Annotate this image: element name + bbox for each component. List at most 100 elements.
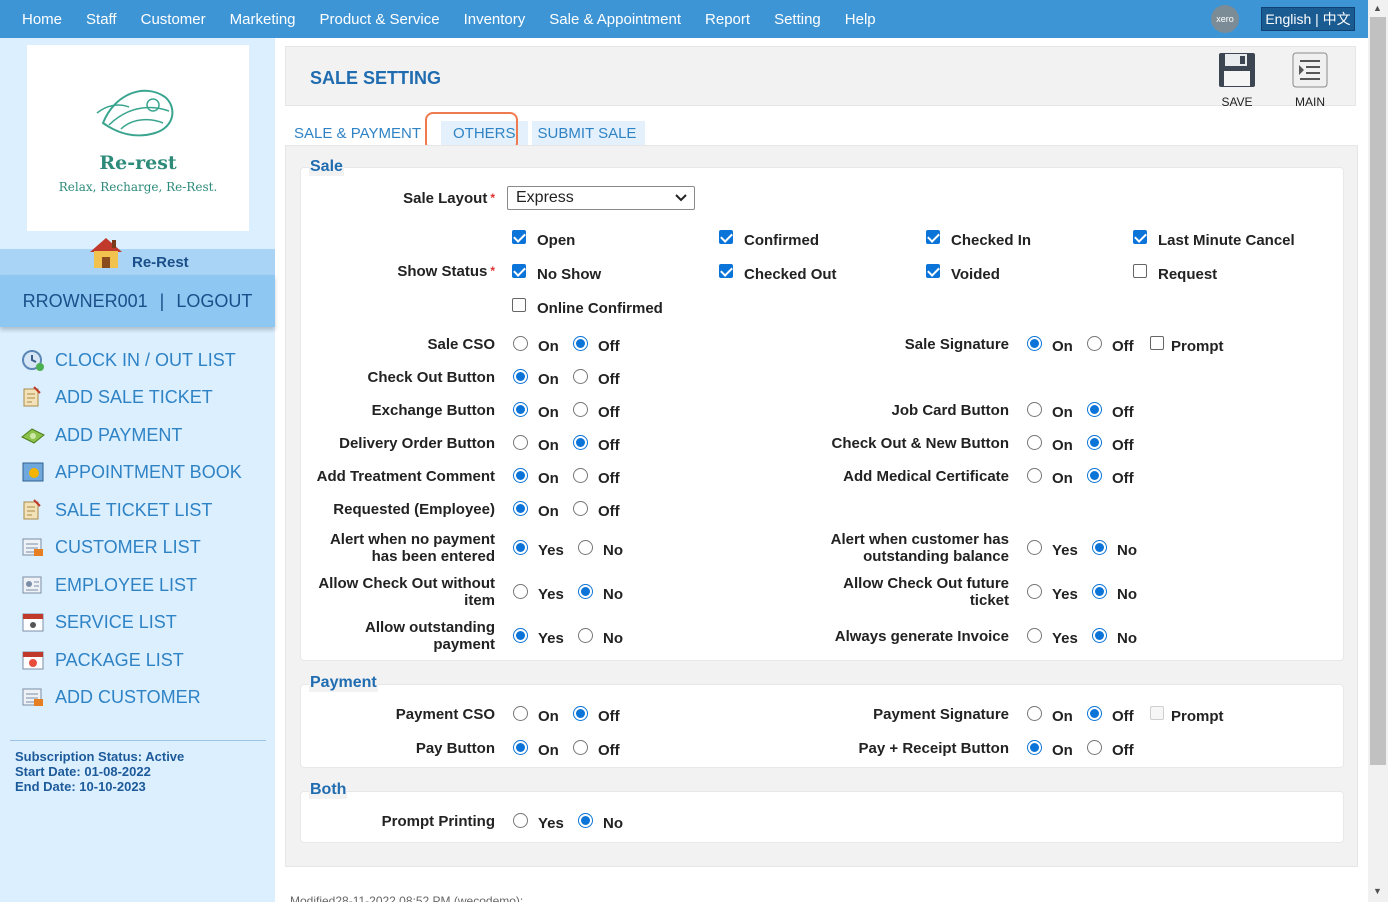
add-treatment-comment-off-radio[interactable] — [573, 468, 588, 483]
allow-outstanding-payment-yes-radio[interactable] — [513, 628, 528, 643]
always-generate-invoice-no-radio[interactable] — [1092, 628, 1107, 643]
allow-outstanding-payment-no-radio[interactable] — [578, 628, 593, 643]
add-medical-certificate-on-radio[interactable] — [1027, 468, 1042, 483]
sale-signature-off-radio[interactable] — [1087, 336, 1102, 351]
pay-receipt-button-off-radio[interactable] — [1087, 740, 1102, 755]
pay-receipt-button-on-radio[interactable] — [1027, 740, 1042, 755]
username: RROWNER001 — [22, 290, 148, 311]
prompt-printing-yes-radio[interactable] — [513, 813, 528, 828]
option-label: On — [538, 503, 559, 520]
exchange-button-on-radio[interactable] — [513, 402, 528, 417]
sale-signature-prompt-checkbox[interactable] — [1150, 336, 1164, 350]
nav-staff[interactable]: Staff — [86, 11, 117, 28]
exchange-button-off-radio[interactable] — [573, 402, 588, 417]
nav-inventory[interactable]: Inventory — [464, 11, 526, 28]
payment-signature-prompt-checkbox[interactable] — [1150, 706, 1164, 720]
allow-checkout-future-ticket-no-radio[interactable] — [1092, 584, 1107, 599]
nav-report[interactable]: Report — [705, 11, 750, 28]
alert-no-payment-no-radio[interactable] — [578, 540, 593, 555]
save-button[interactable]: SAVE — [1212, 52, 1262, 109]
tab-submit-sale[interactable]: SUBMIT SALE — [531, 121, 646, 145]
status-last-minute-cancel-checkbox[interactable] — [1133, 230, 1147, 244]
scrollbar-thumb[interactable] — [1370, 17, 1386, 765]
book-icon — [22, 462, 44, 482]
subscription-start-date: Start Date: 01-08-2022 — [15, 764, 151, 779]
job-card-button-on-radio[interactable] — [1027, 402, 1042, 417]
nav-product-service[interactable]: Product & Service — [320, 11, 440, 28]
xero-icon[interactable]: xero — [1211, 5, 1239, 33]
nav-home[interactable]: Home — [22, 11, 62, 28]
nav-sale-appointment[interactable]: Sale & Appointment — [549, 11, 681, 28]
requested-employee-on-radio[interactable] — [513, 501, 528, 516]
sidebar-item-add-customer[interactable]: ADD CUSTOMER — [20, 683, 201, 711]
requested-employee-label: Requested (Employee) — [333, 501, 495, 518]
payment-cso-off-radio[interactable] — [573, 706, 588, 721]
sidebar-item-service-list[interactable]: SERVICE LIST — [20, 608, 177, 636]
nav-customer[interactable]: Customer — [141, 11, 206, 28]
nav-help[interactable]: Help — [845, 11, 876, 28]
alert-no-payment-yes-radio[interactable] — [513, 540, 528, 555]
pay-button-off-radio[interactable] — [573, 740, 588, 755]
check-out-new-button-off-radio[interactable] — [1087, 435, 1102, 450]
logout-link[interactable]: LOGOUT — [176, 291, 252, 312]
allow-checkout-future-ticket-yes-radio[interactable] — [1027, 584, 1042, 599]
pay-button-on-radio[interactable] — [513, 740, 528, 755]
scroll-up-icon[interactable]: ▲ — [1373, 3, 1382, 13]
payment-signature-on-radio[interactable] — [1027, 706, 1042, 721]
sidebar-item-appointment-book[interactable]: APPOINTMENT BOOK — [20, 458, 242, 486]
alert-outstanding-balance-yes-radio[interactable] — [1027, 540, 1042, 555]
nav-setting[interactable]: Setting — [774, 11, 821, 28]
check-out-button-label: Check Out Button — [367, 369, 496, 386]
sale-cso-off-radio[interactable] — [573, 336, 588, 351]
status-online-confirmed-checkbox[interactable] — [512, 298, 526, 312]
status-checked-in-checkbox[interactable] — [926, 230, 940, 244]
sidebar-item-label: PACKAGE LIST — [55, 649, 184, 670]
option-label: Off — [598, 371, 620, 388]
language-switch[interactable]: English | 中文 — [1261, 7, 1355, 31]
sidebar-item-package-list[interactable]: PACKAGE LIST — [20, 646, 184, 674]
check-out-new-button-on-radio[interactable] — [1027, 435, 1042, 450]
allow-checkout-without-item-yes-radio[interactable] — [513, 584, 528, 599]
allow-checkout-without-item-no-radio[interactable] — [578, 584, 593, 599]
sale-layout-select[interactable]: Express — [507, 186, 695, 210]
add-treatment-comment-on-radio[interactable] — [513, 468, 528, 483]
payment-signature-off-radio[interactable] — [1087, 706, 1102, 721]
sidebar-item-clock-in-out[interactable]: CLOCK IN / OUT LIST — [20, 346, 236, 374]
sidebar-item-add-payment[interactable]: ADD PAYMENT — [20, 421, 182, 449]
requested-employee-off-radio[interactable] — [573, 501, 588, 516]
status-checked-out-checkbox[interactable] — [719, 264, 733, 278]
sidebar-item-customer-list[interactable]: CUSTOMER LIST — [20, 533, 201, 561]
delivery-order-button-on-radio[interactable] — [513, 435, 528, 450]
job-card-button-off-radio[interactable] — [1087, 402, 1102, 417]
sale-cso-on-radio[interactable] — [513, 336, 528, 351]
always-generate-invoice-yes-radio[interactable] — [1027, 628, 1042, 643]
top-menu: Home Staff Customer Marketing Product & … — [22, 0, 900, 38]
sidebar-item-sale-ticket-list[interactable]: SALE TICKET LIST — [20, 496, 212, 524]
check-out-button-on-radio[interactable] — [513, 369, 528, 384]
status-voided-checkbox[interactable] — [926, 264, 940, 278]
status-no-show-checkbox[interactable] — [512, 264, 526, 278]
status-request-checkbox[interactable] — [1133, 264, 1147, 278]
sidebar-item-add-sale-ticket[interactable]: ADD SALE TICKET — [20, 383, 213, 411]
nav-marketing[interactable]: Marketing — [230, 11, 296, 28]
status-confirmed-checkbox[interactable] — [719, 230, 733, 244]
alert-outstanding-balance-no-radio[interactable] — [1092, 540, 1107, 555]
add-medical-certificate-off-radio[interactable] — [1087, 468, 1102, 483]
check-out-button-off-radio[interactable] — [573, 369, 588, 384]
sale-signature-on-radio[interactable] — [1027, 336, 1042, 351]
scroll-down-icon[interactable]: ▼ — [1373, 886, 1382, 896]
prompt-printing-no-radio[interactable] — [578, 813, 593, 828]
sidebar-item-employee-list[interactable]: EMPLOYEE LIST — [20, 571, 197, 599]
customer-list-icon — [22, 538, 43, 556]
option-label: On — [538, 708, 559, 725]
sidebar-item-label: SALE TICKET LIST — [55, 499, 213, 520]
option-label: On — [538, 371, 559, 388]
main-button[interactable]: MAIN — [1285, 52, 1335, 109]
option-label: Off — [598, 708, 620, 725]
tab-sale-payment[interactable]: SALE & PAYMENT — [288, 121, 427, 145]
payment-cso-on-radio[interactable] — [513, 706, 528, 721]
status-open-checkbox[interactable] — [512, 230, 526, 244]
sale-cso-label: Sale CSO — [427, 336, 495, 353]
delivery-order-button-off-radio[interactable] — [573, 435, 588, 450]
option-label: No — [603, 586, 623, 603]
